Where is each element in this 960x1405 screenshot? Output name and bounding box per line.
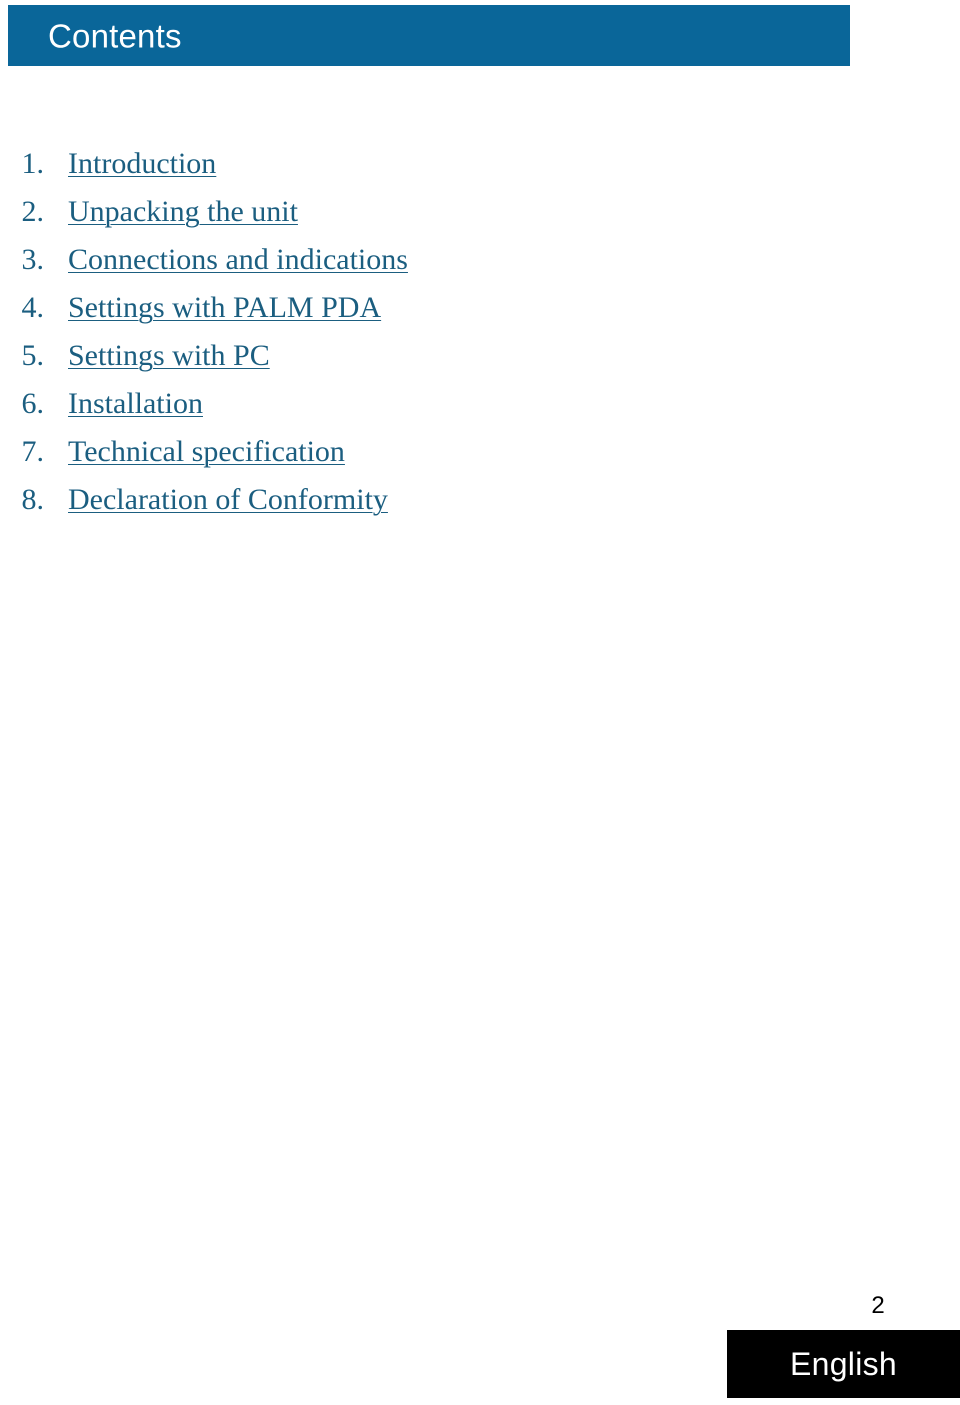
toc-number-8: 8. (21, 483, 45, 516)
toc-link-settings-with-palm-pda[interactable]: Settings with PALM PDA (68, 284, 381, 332)
toc-entry-2: 2. Unpacking the unit (0, 188, 900, 236)
contents-header-banner: Contents (8, 5, 850, 66)
toc-link-unpacking-the-unit[interactable]: Unpacking the unit (68, 188, 298, 236)
toc-entry-8: 8. Declaration of Conformity (0, 476, 900, 524)
toc-entry-1: 1. Introduction (0, 140, 900, 188)
toc-number-2: 2. (21, 195, 45, 228)
toc-entry-6: 6. Installation (0, 380, 900, 428)
toc-number-1: 1. (21, 147, 45, 180)
toc-entry-7: 7. Technical specification (0, 428, 900, 476)
toc-number-5: 5. (21, 339, 45, 372)
page-title: Contents (48, 17, 182, 54)
toc-link-declaration-of-conformity[interactable]: Declaration of Conformity (68, 476, 388, 524)
toc-number-7: 7. (21, 435, 45, 468)
toc-number-3: 3. (21, 243, 45, 276)
toc-link-settings-with-pc[interactable]: Settings with PC (68, 332, 270, 380)
toc-number-6: 6. (21, 387, 45, 420)
document-page: Contents 1. Introduction 2. Unpacking th… (0, 0, 960, 1405)
toc-link-introduction[interactable]: Introduction (68, 140, 216, 188)
toc-link-connections-and-indications[interactable]: Connections and indications (68, 236, 408, 284)
language-banner: English (727, 1330, 960, 1398)
toc-number-4: 4. (21, 291, 45, 324)
toc-entry-4: 4. Settings with PALM PDA (0, 284, 900, 332)
toc-link-installation[interactable]: Installation (68, 380, 203, 428)
toc-entry-3: 3. Connections and indications (0, 236, 900, 284)
toc-link-technical-specification[interactable]: Technical specification (68, 428, 345, 476)
toc-entry-5: 5. Settings with PC (0, 332, 900, 380)
page-number: 2 (871, 1292, 885, 1319)
table-of-contents: 1. Introduction 2. Unpacking the unit 3.… (0, 140, 900, 524)
language-label: English (789, 1346, 898, 1382)
